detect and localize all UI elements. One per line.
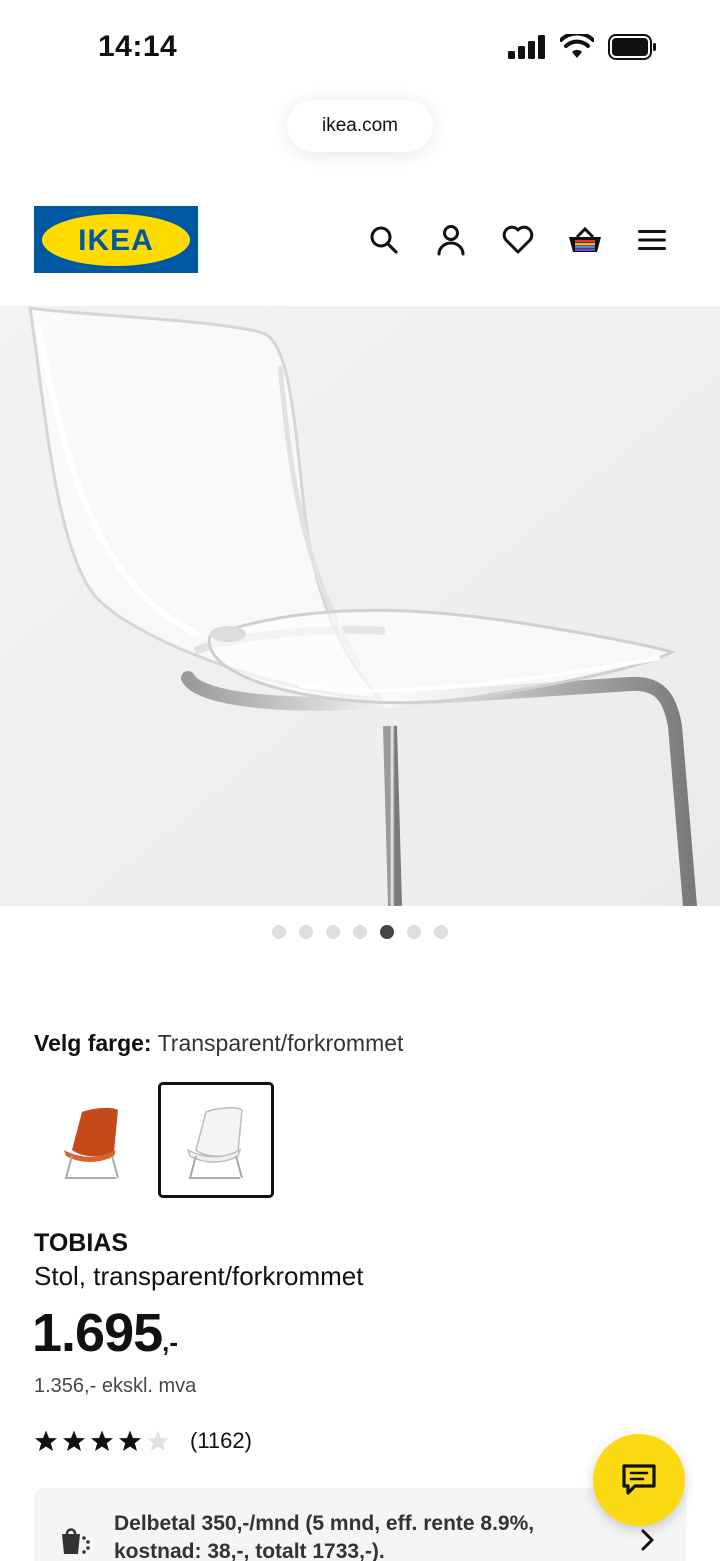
price-ex-vat: 1.356,- ekskl. mva: [34, 1375, 197, 1397]
financing-text: Delbetal 350,-/mnd (5 mnd, eff. rente 8.…: [114, 1512, 535, 1561]
star-icon: [35, 1430, 57, 1451]
wifi-icon: [560, 34, 594, 58]
review-count: (1162): [190, 1428, 252, 1453]
status-icons: [508, 34, 658, 60]
chair-illustration: [0, 306, 720, 906]
star-icon: [63, 1430, 85, 1451]
product-price: 1.695,-: [32, 1302, 178, 1364]
logo-mark: IKEA: [42, 213, 190, 266]
color-picker-label: Velg farge: Transparent/forkrommet: [34, 1030, 403, 1057]
price-amount: 1.695: [32, 1303, 163, 1363]
menu-icon[interactable]: [634, 218, 670, 262]
heart-icon[interactable]: [500, 218, 536, 262]
account-icon[interactable]: [433, 218, 469, 262]
star-icon: [119, 1430, 141, 1451]
chat-icon: [622, 1464, 656, 1495]
color-selected-value: Transparent/forkrommet: [157, 1030, 404, 1056]
url-bar[interactable]: ikea.com: [287, 100, 433, 152]
orange-chair-thumbnail: [64, 1107, 119, 1179]
status-bar: 14:14: [0, 0, 720, 96]
ikea-logo[interactable]: IKEA: [34, 206, 198, 273]
signal-icon: [508, 35, 545, 59]
gallery-dot[interactable]: [326, 925, 340, 939]
battery-icon: [608, 34, 656, 60]
financing-card[interactable]: Delbetal 350,-/mnd (5 mnd, eff. rente 8.…: [34, 1488, 686, 1561]
gallery-dot[interactable]: [299, 925, 313, 939]
chat-button[interactable]: [593, 1434, 685, 1526]
product-image[interactable]: [0, 306, 720, 906]
transparent-chair-thumbnail: [186, 1107, 243, 1179]
search-icon[interactable]: [366, 218, 402, 262]
color-swatch-transparent[interactable]: [158, 1082, 274, 1198]
gallery-indicator: [0, 925, 720, 939]
svg-text:IKEA: IKEA: [78, 224, 154, 257]
product-rating[interactable]: (1162): [34, 1428, 252, 1454]
gallery-dot[interactable]: [272, 925, 286, 939]
star-empty-icon: [147, 1430, 169, 1451]
chevron-right-icon: [641, 1529, 654, 1551]
url-text: ikea.com: [321, 115, 399, 136]
price-suffix: ,-: [162, 1327, 179, 1357]
product-name: TOBIAS: [34, 1229, 128, 1257]
header-actions: [366, 218, 670, 262]
product-description: Stol, transparent/forkrommet: [34, 1261, 364, 1291]
gallery-dot[interactable]: [434, 925, 448, 939]
gallery-dot[interactable]: [353, 925, 367, 939]
status-time: 14:14: [98, 30, 178, 63]
gallery-dot[interactable]: [407, 925, 421, 939]
payment-plan-icon: [62, 1528, 90, 1554]
color-swatch-orange[interactable]: [34, 1082, 150, 1198]
color-label-title: Velg farge:: [34, 1030, 152, 1056]
basket-icon[interactable]: [567, 218, 603, 262]
star-icon: [91, 1430, 113, 1451]
gallery-dot-active[interactable]: [380, 925, 394, 939]
color-swatches: [34, 1082, 274, 1198]
